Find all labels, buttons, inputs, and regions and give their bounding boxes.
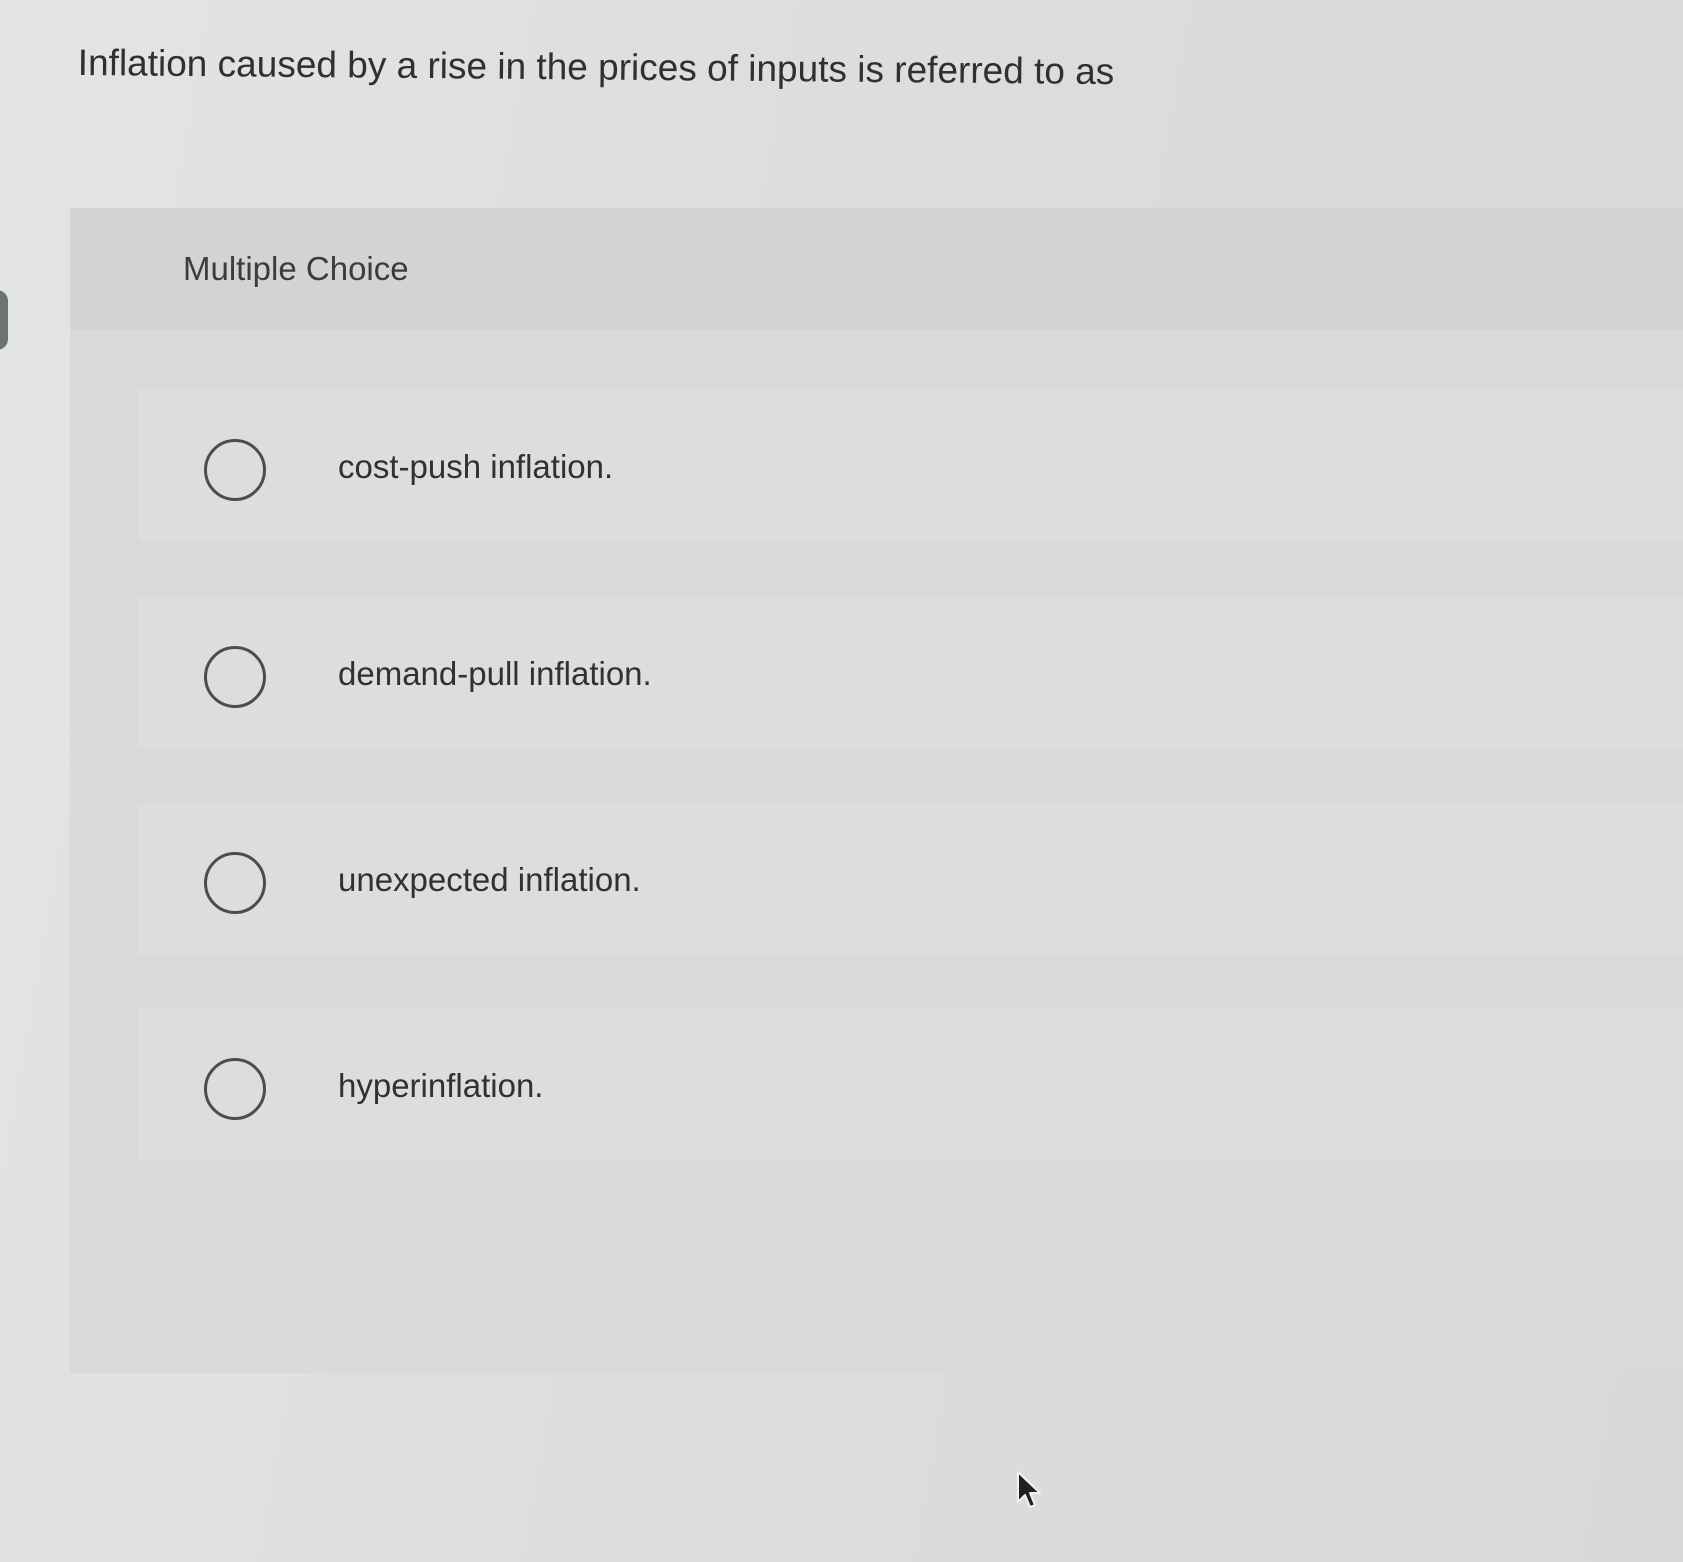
radio-unchecked-icon[interactable] (204, 1058, 266, 1120)
radio-unchecked-icon[interactable] (204, 646, 266, 708)
answer-option-label: unexpected inflation. (338, 861, 641, 898)
answer-option-label: hyperinflation. (338, 1067, 544, 1104)
radio-unchecked-icon[interactable] (204, 852, 266, 914)
answer-option-1[interactable]: cost-push inflation. (138, 390, 1683, 542)
mouse-pointer-icon (1017, 1471, 1041, 1508)
answer-option-2[interactable]: demand-pull inflation. (138, 597, 1683, 749)
scroll-edge-handle[interactable] (0, 290, 8, 350)
multiple-choice-card: Multiple Choice cost-push inflation. dem… (70, 208, 1683, 1373)
question-type-label: Multiple Choice (183, 250, 409, 287)
radio-unchecked-icon[interactable] (204, 439, 266, 501)
answer-option-3[interactable]: unexpected inflation. (138, 803, 1683, 955)
page: Inflation caused by a rise in the prices… (0, 0, 1683, 1562)
question-prompt: Inflation caused by a rise in the prices… (77, 41, 1115, 93)
answer-option-label: cost-push inflation. (338, 448, 614, 485)
card-header: Multiple Choice (70, 208, 1683, 330)
answer-option-label: demand-pull inflation. (338, 655, 652, 692)
answer-option-4[interactable]: hyperinflation. (138, 1009, 1683, 1161)
